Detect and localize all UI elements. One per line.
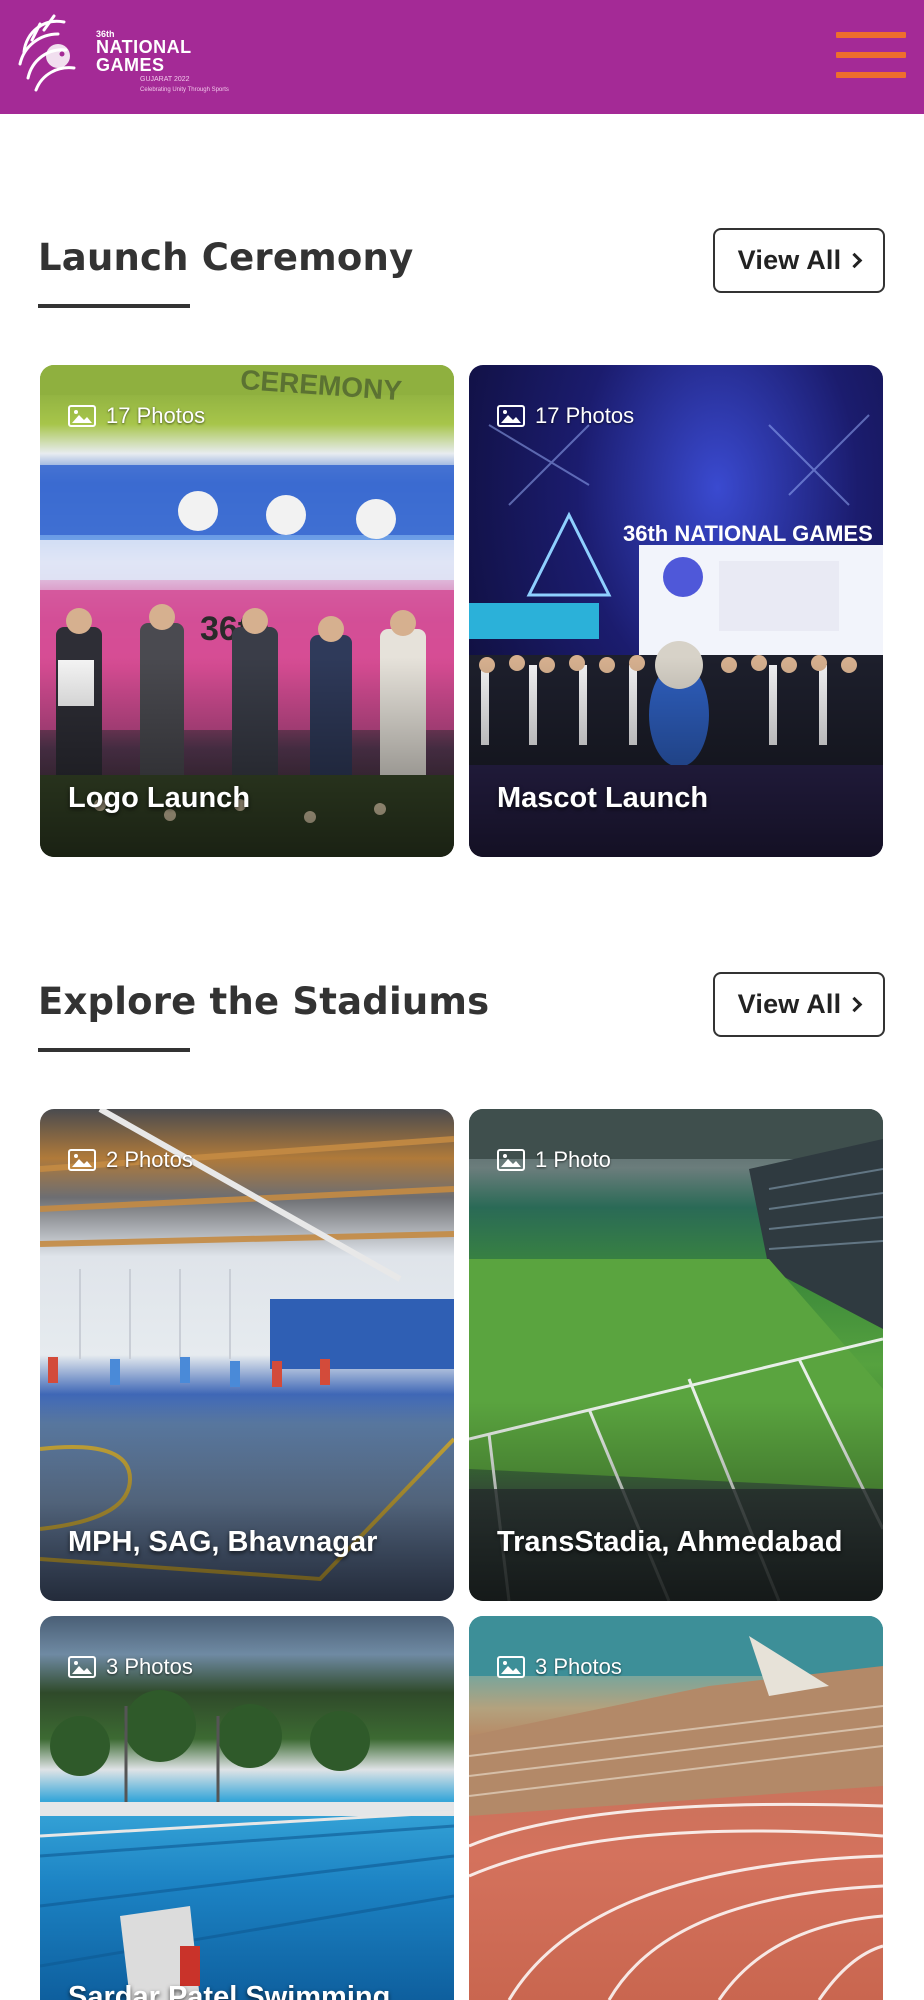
- photo-count: 1 Photo: [497, 1147, 611, 1173]
- stadium-card-transstadia[interactable]: 1 Photo TransStadia, Ahmedabad: [469, 1109, 883, 1601]
- mascot-banner: 36th NATIONAL GAMES: [623, 521, 873, 546]
- view-all-label: View All: [737, 989, 842, 1019]
- photo-count: 17 Photos: [68, 403, 205, 429]
- view-all-label: View All: [737, 245, 842, 275]
- mascot-launch-card[interactable]: 36th NATIONAL GAMES 17 Photos Mascot Lau…: [469, 365, 883, 857]
- stadium-card-pool[interactable]: 3 Photos Sardar Patel Swimming: [40, 1616, 454, 2000]
- stadium-card-mph[interactable]: 2 Photos MPH, SAG, Bhavnagar: [40, 1109, 454, 1601]
- card-caption: TransStadia, Ahmedabad: [497, 1526, 843, 1558]
- stadiums-title: Explore the Stadiums: [38, 980, 490, 1023]
- stadiums-view-all-button[interactable]: View All: [713, 972, 885, 1037]
- photo-count-label: 17 Photos: [535, 403, 635, 428]
- image-icon: [68, 1656, 96, 1678]
- photo-count: 2 Photos: [68, 1147, 193, 1173]
- photo-count: 3 Photos: [497, 1654, 622, 1680]
- chevron-right-icon: [847, 252, 863, 269]
- image-icon: [497, 1656, 525, 1678]
- hamburger-menu-icon[interactable]: [836, 32, 906, 80]
- logo-launch-card[interactable]: CEREMONY 36th 17 Photos Logo Launch: [40, 365, 454, 857]
- logo-subtitle: GUJARAT 2022: [140, 76, 190, 83]
- photo-count-label: 2 Photos: [106, 1147, 193, 1172]
- logo-tagline: Celebrating Unity Through Sports: [140, 87, 229, 93]
- image-icon: [497, 405, 525, 427]
- image-icon: [68, 405, 96, 427]
- card-caption: Logo Launch: [68, 782, 251, 814]
- lion-emblem-icon: [18, 14, 76, 92]
- photo-count-label: 3 Photos: [106, 1654, 193, 1679]
- photo-count: 3 Photos: [68, 1654, 193, 1680]
- launch-ceremony-view-all-button[interactable]: View All: [713, 228, 885, 293]
- photo-count-label: 17 Photos: [106, 403, 206, 428]
- photo-count: 17 Photos: [497, 403, 634, 429]
- launch-ceremony-underline: [38, 304, 190, 308]
- stadiums-underline: [38, 1048, 190, 1052]
- site-header: 36th NATIONAL GAMES GUJARAT 2022 Celebra…: [0, 0, 924, 114]
- photo-count-label: 1 Photo: [535, 1147, 611, 1172]
- photo-count-label: 3 Photos: [535, 1654, 622, 1679]
- chevron-right-icon: [847, 996, 863, 1013]
- card-caption: Sardar Patel Swimming: [68, 1981, 391, 2000]
- card-caption: Mascot Launch: [497, 782, 709, 814]
- image-icon: [497, 1149, 525, 1171]
- image-icon: [68, 1149, 96, 1171]
- national-games-logo[interactable]: 36th NATIONAL GAMES GUJARAT 2022 Celebra…: [14, 12, 244, 104]
- card-caption: MPH, SAG, Bhavnagar: [68, 1526, 378, 1558]
- logo-title: NATIONAL GAMES: [96, 37, 192, 75]
- launch-ceremony-title: Launch Ceremony: [38, 236, 414, 279]
- stadium-card-track[interactable]: 3 Photos: [469, 1616, 883, 2000]
